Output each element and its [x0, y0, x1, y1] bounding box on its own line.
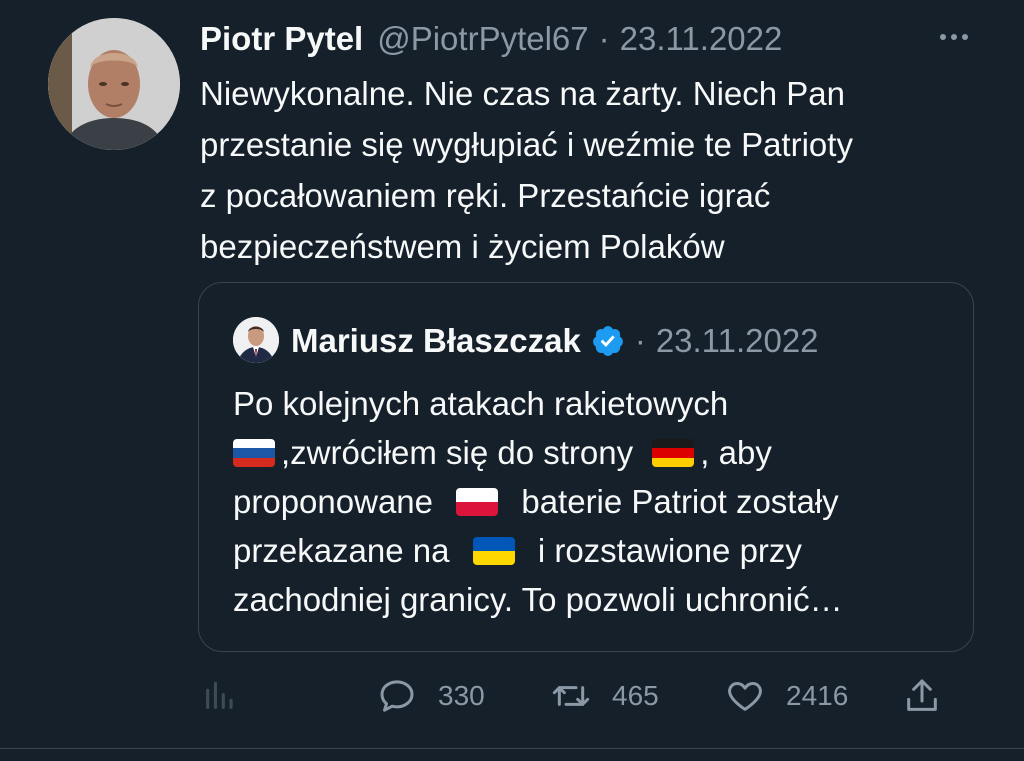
- header-separator: ·: [598, 20, 610, 57]
- tweet-divider: [0, 748, 1024, 749]
- author-name[interactable]: Piotr Pytel: [200, 20, 363, 58]
- quoted-text-line: proponowane baterie Patriot zostały: [233, 477, 953, 526]
- quoted-text-segment: , aby: [700, 434, 772, 471]
- quoted-text-segment: zachodniej granicy. To pozwoli uchronić…: [233, 581, 843, 618]
- heart-icon: [724, 676, 766, 716]
- quoted-text-line: zachodniej granicy. To pozwoli uchronić…: [233, 575, 953, 624]
- quoted-header-separator: ·: [634, 322, 646, 359]
- more-options-icon[interactable]: [936, 22, 972, 52]
- quoted-author-name: Mariusz Błaszczak: [291, 322, 581, 359]
- quoted-tweet-header: Mariusz Błaszczak · 23.11.2022: [291, 319, 819, 363]
- analytics-icon: [202, 679, 236, 713]
- tweet-text-line: bezpieczeństwem i życiem Polaków: [200, 228, 725, 265]
- share-icon: [902, 676, 942, 716]
- quoted-tweet-date: 23.11.2022: [655, 322, 819, 359]
- like-button[interactable]: 2416: [724, 672, 848, 720]
- retweet-count: 465: [612, 680, 659, 711]
- quoted-text-segment: ,zwróciłem się do strony: [281, 434, 634, 471]
- tweet-text-line: z pocałowaniem ręki. Przestańcie igrać: [200, 177, 771, 214]
- tweet-text-line: przestanie się wygłupiać i weźmie te Pat…: [200, 126, 853, 163]
- quoted-text-segment: przekazane na: [233, 532, 450, 569]
- like-count: 2416: [786, 680, 849, 711]
- quoted-tweet-card[interactable]: Mariusz Błaszczak · 23.11.2022 Po kolejn…: [198, 282, 974, 652]
- author-handle[interactable]: @PiotrPytel67: [377, 20, 588, 58]
- quoted-tweet-text: Po kolejnych atakach rakietowych ,zwróci…: [233, 379, 953, 624]
- quoted-text-segment: proponowane: [233, 483, 433, 520]
- tweet-date[interactable]: 23.11.2022: [620, 20, 783, 58]
- ukraine-flag-icon: [472, 537, 515, 565]
- tweet-text-line: Niewykonalne. Nie czas na żarty. Niech P…: [200, 75, 846, 112]
- poland-flag-icon: [456, 488, 499, 516]
- germany-flag-icon: [652, 439, 695, 467]
- verified-badge-icon: [591, 324, 625, 358]
- retweet-icon: [550, 676, 592, 716]
- tweet-action-bar: 330 465 2416: [200, 672, 960, 720]
- reply-count: 330: [438, 680, 485, 711]
- quoted-text-segment: baterie Patriot zostały: [521, 483, 839, 520]
- quoted-text-segment: Po kolejnych atakach rakietowych: [233, 385, 729, 422]
- russia-flag-icon: [233, 439, 275, 467]
- quoted-text-line: ,zwróciłem się do strony , aby: [233, 428, 953, 477]
- reply-icon: [376, 676, 418, 716]
- analytics-button[interactable]: [202, 672, 236, 720]
- retweet-button[interactable]: 465: [550, 672, 659, 720]
- tweet-header: Piotr Pytel @PiotrPytel67 · 23.11.2022: [200, 18, 984, 60]
- quoted-author-avatar: [233, 317, 279, 363]
- share-button[interactable]: [902, 672, 942, 720]
- reply-button[interactable]: 330: [376, 672, 485, 720]
- quoted-text-line: Po kolejnych atakach rakietowych: [233, 379, 953, 428]
- quoted-text-line: przekazane na i rozstawione przy: [233, 526, 953, 575]
- tweet-text: Niewykonalne. Nie czas na żarty. Niech P…: [200, 68, 990, 272]
- author-avatar[interactable]: [48, 18, 180, 150]
- quoted-text-segment: i rozstawione przy: [537, 532, 802, 569]
